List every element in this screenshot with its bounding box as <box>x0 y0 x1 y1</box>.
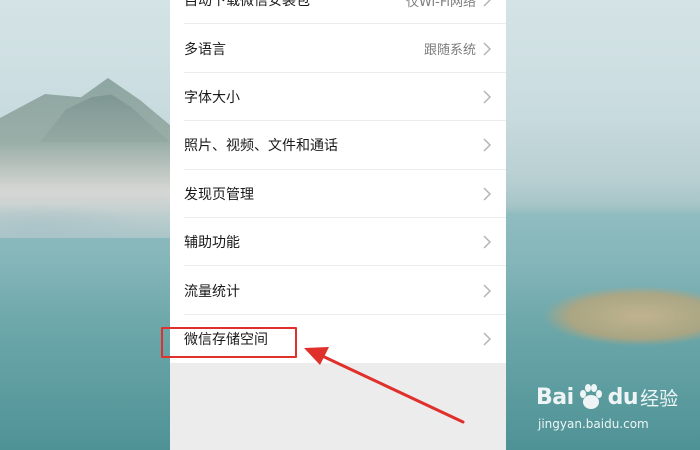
settings-item-media[interactable]: 照片、视频、文件和通话 <box>170 121 506 170</box>
settings-item-label: 自动下载微信安装包 <box>184 0 310 10</box>
settings-item-value: 跟随系统 <box>423 43 476 59</box>
settings-item-label: 发现页管理 <box>184 186 254 203</box>
settings-item-label: 照片、视频、文件和通话 <box>184 138 338 155</box>
watermark-logo-du: du <box>607 384 639 410</box>
chevron-right-icon <box>483 138 492 152</box>
watermark-logo-cn: 经验 <box>640 387 679 410</box>
chevron-right-icon <box>483 90 492 104</box>
settings-item-discover-manage[interactable]: 发现页管理 <box>170 169 506 219</box>
chevron-right-icon <box>483 332 492 346</box>
settings-item-label: 辅助功能 <box>184 235 240 252</box>
settings-item-label: 多语言 <box>184 41 226 58</box>
settings-item-font-size[interactable]: 字体大小 <box>170 72 506 122</box>
settings-item-language[interactable]: 多语言 跟随系统 <box>170 24 506 74</box>
watermark-logo-bai: Bai <box>536 384 574 410</box>
highlight-box <box>161 327 297 358</box>
chevron-right-icon <box>483 42 492 56</box>
settings-item-label: 流量统计 <box>184 283 240 300</box>
chevron-right-icon <box>483 187 492 201</box>
settings-item-data-usage[interactable]: 流量统计 <box>170 266 506 316</box>
watermark-logo: Bai du 经验 <box>536 377 678 417</box>
settings-item-accessibility[interactable]: 辅助功能 <box>170 217 506 267</box>
phone-screen: 自动下载微信安装包 仅Wi-Fi网络 多语言 跟随系统 字体大小 照片、视频、文… <box>170 0 506 450</box>
settings-menu: 自动下载微信安装包 仅Wi-Fi网络 多语言 跟随系统 字体大小 照片、视频、文… <box>170 0 506 364</box>
chevron-right-icon <box>483 235 492 249</box>
baidu-jingyan-watermark: Bai du 经验 jingyan.baidu.com <box>536 377 696 437</box>
baidu-paw-icon <box>579 384 602 409</box>
chevron-right-icon <box>483 284 492 298</box>
watermark-url: jingyan.baidu.com <box>538 417 649 431</box>
settings-item-value: 仅Wi-Fi网络 <box>405 0 476 10</box>
chevron-right-icon <box>483 0 492 7</box>
settings-item-auto-download[interactable]: 自动下载微信安装包 仅Wi-Fi网络 <box>170 0 506 25</box>
settings-item-label: 字体大小 <box>184 89 240 106</box>
